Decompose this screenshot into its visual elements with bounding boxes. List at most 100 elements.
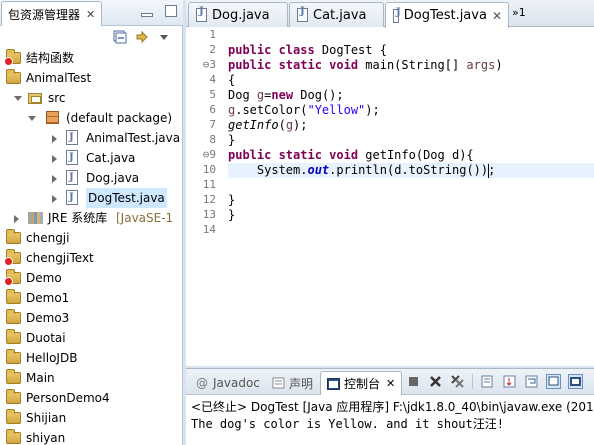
- tab-label: DogTest.java: [403, 8, 487, 23]
- tab-label: 控制台: [344, 377, 381, 391]
- minimize-icon[interactable]: [141, 13, 153, 17]
- tree-item-label: Dog.java: [86, 171, 140, 185]
- java-file-icon: [196, 6, 207, 22]
- terminate-icon[interactable]: [406, 374, 421, 389]
- remove-launch-icon[interactable]: [428, 374, 443, 389]
- tree-item[interactable]: PersonDemo4: [0, 388, 183, 408]
- console-output: The dog's color is Yellow. and it shout汪…: [191, 417, 504, 431]
- code-line-10: System.out.println(d.toString());: [228, 163, 594, 178]
- tab-overflow-button[interactable]: »1: [512, 6, 526, 19]
- tree-item[interactable]: 结构函数: [0, 48, 183, 68]
- console-process-status: <已终止> DogTest [Java 应用程序] F:\jdk1.8.0_40…: [191, 400, 594, 414]
- view-menu-icon[interactable]: [157, 30, 171, 44]
- tree-item-label: src: [48, 91, 66, 105]
- close-icon[interactable]: ✕: [386, 377, 395, 390]
- line-number: 13: [202, 208, 216, 221]
- tree-item-label: PersonDemo4: [26, 391, 110, 405]
- source-folder-icon: [28, 93, 42, 104]
- java-file-icon: [66, 148, 78, 168]
- editor-tabbar: Dog.java Cat.java DogTest.java ✕ »1: [186, 0, 594, 28]
- remove-all-terminated-icon[interactable]: [450, 374, 465, 389]
- tree-item-label: chengji: [26, 231, 70, 245]
- at-icon: @: [196, 376, 208, 390]
- word-wrap-icon[interactable]: [524, 374, 539, 389]
- maximize-icon[interactable]: [165, 5, 177, 17]
- project-folder-icon: [6, 389, 21, 404]
- code-area[interactable]: public class DogTest { public static voi…: [228, 27, 594, 366]
- tree-item-label: Shijian: [26, 411, 67, 425]
- display-selected-console-icon[interactable]: [568, 374, 583, 389]
- tab-dog-java[interactable]: Dog.java: [188, 2, 288, 27]
- tab-javadoc[interactable]: @ Javadoc: [190, 371, 264, 395]
- tree-item[interactable]: chengjiText: [0, 248, 183, 268]
- tree-item[interactable]: AnimalTest: [0, 68, 183, 88]
- tree-item[interactable]: src: [0, 88, 183, 108]
- line-number: 4: [209, 73, 216, 86]
- project-folder-icon: [6, 69, 21, 84]
- project-folder-icon: [6, 309, 21, 324]
- line-number: ⊖3: [202, 58, 216, 71]
- tree-item[interactable]: chengji: [0, 228, 183, 248]
- collapsed-arrow-icon[interactable]: [52, 155, 57, 163]
- tree-item[interactable]: Dog.java: [0, 168, 183, 188]
- project-tree: 结构函数 AnimalTest src (default package) Animal…: [0, 48, 183, 445]
- line-number: 14: [202, 223, 216, 236]
- tab-label: Javadoc: [213, 376, 260, 390]
- collapsed-arrow-icon[interactable]: [52, 195, 57, 203]
- tree-item[interactable]: AnimalTest.java: [0, 128, 183, 148]
- tree-item[interactable]: DogTest.java: [0, 188, 183, 208]
- line-number: 1: [209, 28, 216, 41]
- tab-declaration[interactable]: 声明: [266, 371, 318, 395]
- view-window-buttons: [141, 5, 177, 17]
- tree-item[interactable]: Main: [0, 368, 183, 388]
- code-line-3: public static void main(String[] args): [228, 58, 503, 72]
- collapse-all-icon[interactable]: [113, 30, 127, 44]
- line-number: ⊖9: [202, 148, 216, 161]
- collapsed-arrow-icon[interactable]: [52, 175, 57, 183]
- tab-label: 声明: [289, 376, 314, 391]
- collapsed-arrow-icon[interactable]: [52, 135, 57, 143]
- package-explorer-view: 包资源管理器 ✕ 结构函数 AnimalTest src (default packa…: [0, 0, 183, 445]
- package-icon: [46, 111, 59, 124]
- text-caret: [488, 164, 489, 178]
- tab-console[interactable]: 控制台 ✕: [320, 371, 402, 395]
- tree-item[interactable]: HelloJDB: [0, 348, 183, 368]
- tree-item-label: Main: [26, 371, 55, 385]
- console-icon: [327, 377, 340, 390]
- tab-cat-java[interactable]: Cat.java: [289, 2, 384, 27]
- line-number: 10: [202, 163, 216, 176]
- tree-item[interactable]: Cat.java: [0, 148, 183, 168]
- eclipse-workbench: 包资源管理器 ✕ 结构函数 AnimalTest src (default packa…: [0, 0, 594, 445]
- tree-item-label: Duotai: [26, 331, 66, 345]
- library-icon: [28, 212, 43, 224]
- pin-console-icon[interactable]: [546, 374, 561, 389]
- toolbar-separator: [472, 374, 473, 389]
- java-file-icon: [393, 7, 400, 23]
- code-line-7: getInfo(g);: [228, 118, 308, 132]
- close-icon[interactable]: ✕: [492, 9, 502, 23]
- tree-item[interactable]: JRE 系统库 [JavaSE-1: [0, 208, 183, 228]
- line-number: 7: [209, 118, 216, 131]
- scroll-lock-icon[interactable]: [502, 374, 517, 389]
- tab-package-explorer[interactable]: 包资源管理器 ✕: [1, 1, 103, 26]
- tab-dogtest-java[interactable]: DogTest.java ✕: [385, 2, 509, 28]
- tree-item-label: Cat.java: [86, 151, 136, 165]
- line-number: 11: [202, 178, 216, 191]
- tree-item-label: HelloJDB: [26, 351, 78, 365]
- link-with-editor-icon[interactable]: [135, 30, 149, 44]
- collapsed-arrow-icon[interactable]: [14, 215, 19, 223]
- tree-item[interactable]: Shijian: [0, 408, 183, 428]
- tree-item[interactable]: Demo1: [0, 288, 183, 308]
- clear-console-icon[interactable]: [480, 374, 495, 389]
- tree-item[interactable]: (default package): [0, 108, 183, 128]
- expanded-arrow-icon[interactable]: [14, 96, 22, 101]
- tree-item[interactable]: Demo3: [0, 308, 183, 328]
- package-explorer-tabbar: 包资源管理器 ✕: [0, 0, 183, 26]
- tree-item[interactable]: shiyan: [0, 428, 183, 445]
- expanded-arrow-icon[interactable]: [28, 116, 36, 121]
- project-folder-icon: [6, 349, 21, 364]
- tree-item[interactable]: Duotai: [0, 328, 183, 348]
- close-icon[interactable]: ✕: [86, 8, 95, 21]
- tree-item-label: AnimalTest: [26, 71, 92, 85]
- tree-item[interactable]: Demo: [0, 268, 183, 288]
